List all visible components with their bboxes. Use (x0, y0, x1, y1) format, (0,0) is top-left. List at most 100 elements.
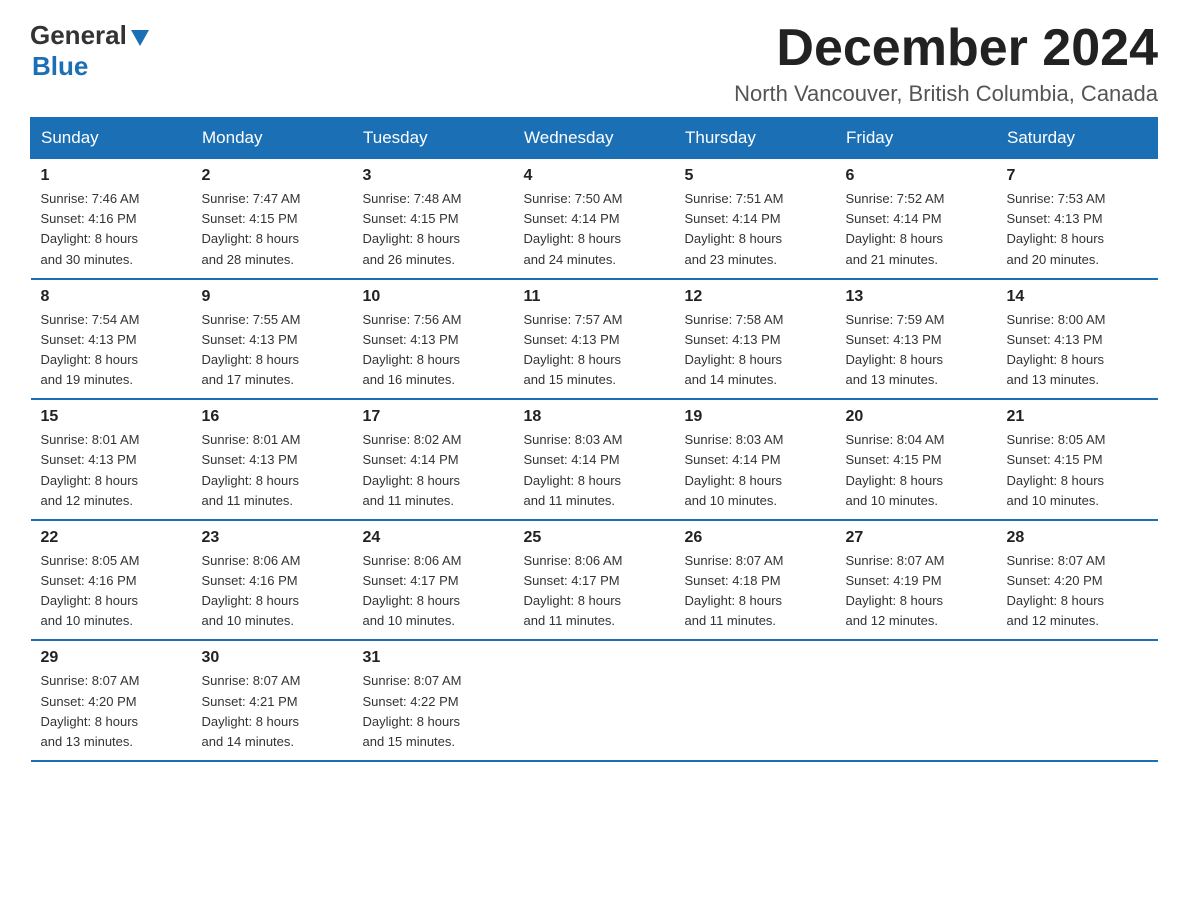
calendar-cell: 31 Sunrise: 8:07 AM Sunset: 4:22 PM Dayl… (353, 640, 514, 761)
calendar-cell: 15 Sunrise: 8:01 AM Sunset: 4:13 PM Dayl… (31, 399, 192, 520)
day-info: Sunrise: 8:03 AM Sunset: 4:14 PM Dayligh… (685, 430, 826, 511)
calendar-cell: 6 Sunrise: 7:52 AM Sunset: 4:14 PM Dayli… (836, 159, 997, 279)
calendar-cell: 3 Sunrise: 7:48 AM Sunset: 4:15 PM Dayli… (353, 159, 514, 279)
day-number: 5 (685, 167, 826, 185)
weekday-header-monday: Monday (192, 118, 353, 159)
day-number: 1 (41, 167, 182, 185)
calendar-cell: 14 Sunrise: 8:00 AM Sunset: 4:13 PM Dayl… (997, 279, 1158, 400)
day-info: Sunrise: 7:57 AM Sunset: 4:13 PM Dayligh… (524, 310, 665, 391)
day-info: Sunrise: 8:07 AM Sunset: 4:20 PM Dayligh… (41, 671, 182, 752)
calendar-cell: 12 Sunrise: 7:58 AM Sunset: 4:13 PM Dayl… (675, 279, 836, 400)
day-number: 15 (41, 408, 182, 426)
calendar-week-row-2: 8 Sunrise: 7:54 AM Sunset: 4:13 PM Dayli… (31, 279, 1158, 400)
calendar-cell: 4 Sunrise: 7:50 AM Sunset: 4:14 PM Dayli… (514, 159, 675, 279)
calendar-cell: 28 Sunrise: 8:07 AM Sunset: 4:20 PM Dayl… (997, 520, 1158, 641)
day-number: 19 (685, 408, 826, 426)
calendar-cell (514, 640, 675, 761)
day-info: Sunrise: 7:47 AM Sunset: 4:15 PM Dayligh… (202, 189, 343, 270)
calendar-cell: 21 Sunrise: 8:05 AM Sunset: 4:15 PM Dayl… (997, 399, 1158, 520)
calendar-cell: 23 Sunrise: 8:06 AM Sunset: 4:16 PM Dayl… (192, 520, 353, 641)
day-number: 13 (846, 288, 987, 306)
day-info: Sunrise: 8:07 AM Sunset: 4:21 PM Dayligh… (202, 671, 343, 752)
day-info: Sunrise: 7:53 AM Sunset: 4:13 PM Dayligh… (1007, 189, 1148, 270)
calendar-cell: 8 Sunrise: 7:54 AM Sunset: 4:13 PM Dayli… (31, 279, 192, 400)
day-info: Sunrise: 7:51 AM Sunset: 4:14 PM Dayligh… (685, 189, 826, 270)
calendar-body: 1 Sunrise: 7:46 AM Sunset: 4:16 PM Dayli… (31, 159, 1158, 761)
day-number: 7 (1007, 167, 1148, 185)
calendar-cell: 17 Sunrise: 8:02 AM Sunset: 4:14 PM Dayl… (353, 399, 514, 520)
weekday-header-friday: Friday (836, 118, 997, 159)
calendar-cell: 1 Sunrise: 7:46 AM Sunset: 4:16 PM Dayli… (31, 159, 192, 279)
page-header: General Blue December 2024 North Vancouv… (30, 20, 1158, 107)
day-info: Sunrise: 7:52 AM Sunset: 4:14 PM Dayligh… (846, 189, 987, 270)
day-number: 26 (685, 529, 826, 547)
day-number: 18 (524, 408, 665, 426)
day-info: Sunrise: 8:07 AM Sunset: 4:19 PM Dayligh… (846, 551, 987, 632)
calendar-cell: 29 Sunrise: 8:07 AM Sunset: 4:20 PM Dayl… (31, 640, 192, 761)
weekday-header-row: SundayMondayTuesdayWednesdayThursdayFrid… (31, 118, 1158, 159)
calendar-week-row-3: 15 Sunrise: 8:01 AM Sunset: 4:13 PM Dayl… (31, 399, 1158, 520)
calendar-cell: 10 Sunrise: 7:56 AM Sunset: 4:13 PM Dayl… (353, 279, 514, 400)
calendar-cell: 11 Sunrise: 7:57 AM Sunset: 4:13 PM Dayl… (514, 279, 675, 400)
day-number: 20 (846, 408, 987, 426)
calendar-week-row-4: 22 Sunrise: 8:05 AM Sunset: 4:16 PM Dayl… (31, 520, 1158, 641)
logo-general-text: General (30, 20, 127, 51)
day-number: 23 (202, 529, 343, 547)
day-info: Sunrise: 8:02 AM Sunset: 4:14 PM Dayligh… (363, 430, 504, 511)
calendar-cell: 13 Sunrise: 7:59 AM Sunset: 4:13 PM Dayl… (836, 279, 997, 400)
calendar-week-row-1: 1 Sunrise: 7:46 AM Sunset: 4:16 PM Dayli… (31, 159, 1158, 279)
day-number: 3 (363, 167, 504, 185)
calendar-cell (997, 640, 1158, 761)
day-number: 8 (41, 288, 182, 306)
day-info: Sunrise: 8:01 AM Sunset: 4:13 PM Dayligh… (41, 430, 182, 511)
calendar-cell: 22 Sunrise: 8:05 AM Sunset: 4:16 PM Dayl… (31, 520, 192, 641)
calendar-cell (675, 640, 836, 761)
day-info: Sunrise: 8:06 AM Sunset: 4:17 PM Dayligh… (524, 551, 665, 632)
day-number: 28 (1007, 529, 1148, 547)
day-number: 24 (363, 529, 504, 547)
day-number: 21 (1007, 408, 1148, 426)
day-number: 9 (202, 288, 343, 306)
day-info: Sunrise: 8:06 AM Sunset: 4:16 PM Dayligh… (202, 551, 343, 632)
location-subtitle: North Vancouver, British Columbia, Canad… (734, 81, 1158, 107)
calendar-cell: 27 Sunrise: 8:07 AM Sunset: 4:19 PM Dayl… (836, 520, 997, 641)
day-number: 29 (41, 649, 182, 667)
day-info: Sunrise: 8:07 AM Sunset: 4:22 PM Dayligh… (363, 671, 504, 752)
calendar-cell: 5 Sunrise: 7:51 AM Sunset: 4:14 PM Dayli… (675, 159, 836, 279)
day-number: 14 (1007, 288, 1148, 306)
day-info: Sunrise: 8:01 AM Sunset: 4:13 PM Dayligh… (202, 430, 343, 511)
day-info: Sunrise: 7:46 AM Sunset: 4:16 PM Dayligh… (41, 189, 182, 270)
day-number: 31 (363, 649, 504, 667)
day-info: Sunrise: 8:07 AM Sunset: 4:20 PM Dayligh… (1007, 551, 1148, 632)
day-info: Sunrise: 8:07 AM Sunset: 4:18 PM Dayligh… (685, 551, 826, 632)
day-info: Sunrise: 7:48 AM Sunset: 4:15 PM Dayligh… (363, 189, 504, 270)
day-info: Sunrise: 7:59 AM Sunset: 4:13 PM Dayligh… (846, 310, 987, 391)
day-info: Sunrise: 7:50 AM Sunset: 4:14 PM Dayligh… (524, 189, 665, 270)
calendar-cell: 18 Sunrise: 8:03 AM Sunset: 4:14 PM Dayl… (514, 399, 675, 520)
day-number: 12 (685, 288, 826, 306)
day-number: 17 (363, 408, 504, 426)
day-number: 10 (363, 288, 504, 306)
logo: General Blue (30, 20, 151, 82)
day-info: Sunrise: 7:58 AM Sunset: 4:13 PM Dayligh… (685, 310, 826, 391)
calendar-cell: 24 Sunrise: 8:06 AM Sunset: 4:17 PM Dayl… (353, 520, 514, 641)
weekday-header-saturday: Saturday (997, 118, 1158, 159)
calendar-cell: 7 Sunrise: 7:53 AM Sunset: 4:13 PM Dayli… (997, 159, 1158, 279)
day-number: 6 (846, 167, 987, 185)
calendar-cell: 20 Sunrise: 8:04 AM Sunset: 4:15 PM Dayl… (836, 399, 997, 520)
weekday-header-tuesday: Tuesday (353, 118, 514, 159)
calendar-cell: 16 Sunrise: 8:01 AM Sunset: 4:13 PM Dayl… (192, 399, 353, 520)
day-number: 16 (202, 408, 343, 426)
calendar-cell: 19 Sunrise: 8:03 AM Sunset: 4:14 PM Dayl… (675, 399, 836, 520)
month-title: December 2024 (734, 20, 1158, 77)
day-info: Sunrise: 8:05 AM Sunset: 4:15 PM Dayligh… (1007, 430, 1148, 511)
day-info: Sunrise: 8:00 AM Sunset: 4:13 PM Dayligh… (1007, 310, 1148, 391)
day-number: 25 (524, 529, 665, 547)
day-number: 2 (202, 167, 343, 185)
day-number: 4 (524, 167, 665, 185)
day-info: Sunrise: 7:54 AM Sunset: 4:13 PM Dayligh… (41, 310, 182, 391)
weekday-header-thursday: Thursday (675, 118, 836, 159)
logo-blue-text: Blue (32, 51, 88, 82)
day-info: Sunrise: 7:55 AM Sunset: 4:13 PM Dayligh… (202, 310, 343, 391)
calendar-table: SundayMondayTuesdayWednesdayThursdayFrid… (30, 117, 1158, 762)
